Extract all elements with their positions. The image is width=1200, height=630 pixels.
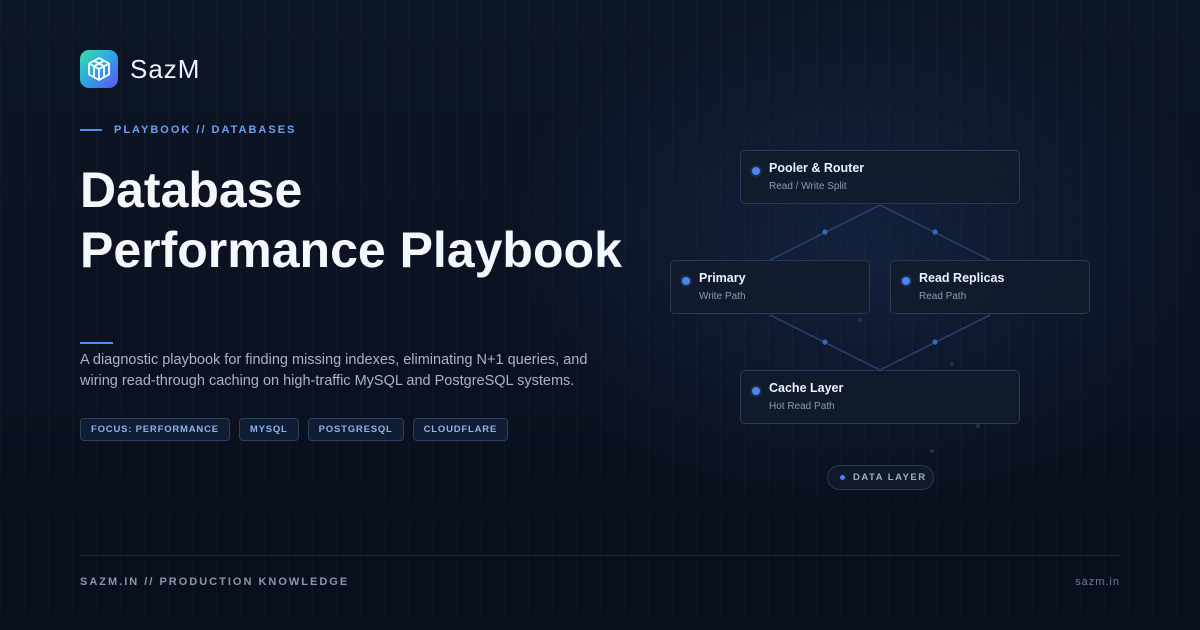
background-grid <box>0 0 1200 630</box>
status-dot <box>752 387 760 395</box>
footer-divider <box>80 555 1120 556</box>
node-cache-layer[interactable]: Cache Layer Hot Read Path <box>740 370 1020 424</box>
status-dot <box>752 167 760 175</box>
status-dot <box>840 475 845 480</box>
data-layer-label: DATA LAYER <box>853 472 927 483</box>
node-subtitle: Write Path <box>699 290 746 302</box>
node-primary[interactable]: Primary Write Path <box>670 260 870 314</box>
node-subtitle: Hot Read Path <box>769 400 835 412</box>
node-pooler-router[interactable]: Pooler & Router Read / Write Split <box>740 150 1020 204</box>
tag-list: FOCUS: PERFORMANCE MYSQL POSTGRESQL CLOU… <box>80 418 509 441</box>
tag-mysql[interactable]: MYSQL <box>238 418 299 441</box>
eyebrow-line <box>80 129 102 131</box>
footer-link[interactable]: sazm.in <box>1075 576 1120 588</box>
page-title: Database Performance Playbook <box>80 160 720 280</box>
title-line-2: Performance Playbook <box>80 222 622 278</box>
eyebrow-text: PLAYBOOK // DATABASES <box>114 124 297 136</box>
node-read-replicas[interactable]: Read Replicas Read Path <box>890 260 1090 314</box>
footer-tagline: SAZM.IN // PRODUCTION KNOWLEDGE <box>80 576 350 588</box>
tag-postgresql[interactable]: POSTGRESQL <box>307 418 404 441</box>
node-title: Pooler & Router <box>769 160 865 175</box>
tag-focus-performance[interactable]: FOCUS: PERFORMANCE <box>80 418 230 441</box>
data-layer-badge: DATA LAYER <box>827 465 934 490</box>
title-line-1: Database <box>80 162 303 218</box>
eyebrow: PLAYBOOK // DATABASES <box>80 124 296 136</box>
node-title: Primary <box>699 270 746 285</box>
brand[interactable]: SazM <box>80 50 200 88</box>
node-subtitle: Read / Write Split <box>769 180 847 192</box>
node-subtitle: Read Path <box>919 290 967 302</box>
cube-logo-icon <box>80 50 118 88</box>
node-title: Cache Layer <box>769 380 844 395</box>
description: A diagnostic playbook for finding missin… <box>80 352 588 389</box>
description-divider <box>80 342 113 344</box>
tag-cloudflare[interactable]: CLOUDFLARE <box>412 418 509 441</box>
node-title: Read Replicas <box>919 270 1005 285</box>
brand-name: SazM <box>130 53 201 84</box>
status-dot <box>682 277 690 285</box>
status-dot <box>902 277 910 285</box>
